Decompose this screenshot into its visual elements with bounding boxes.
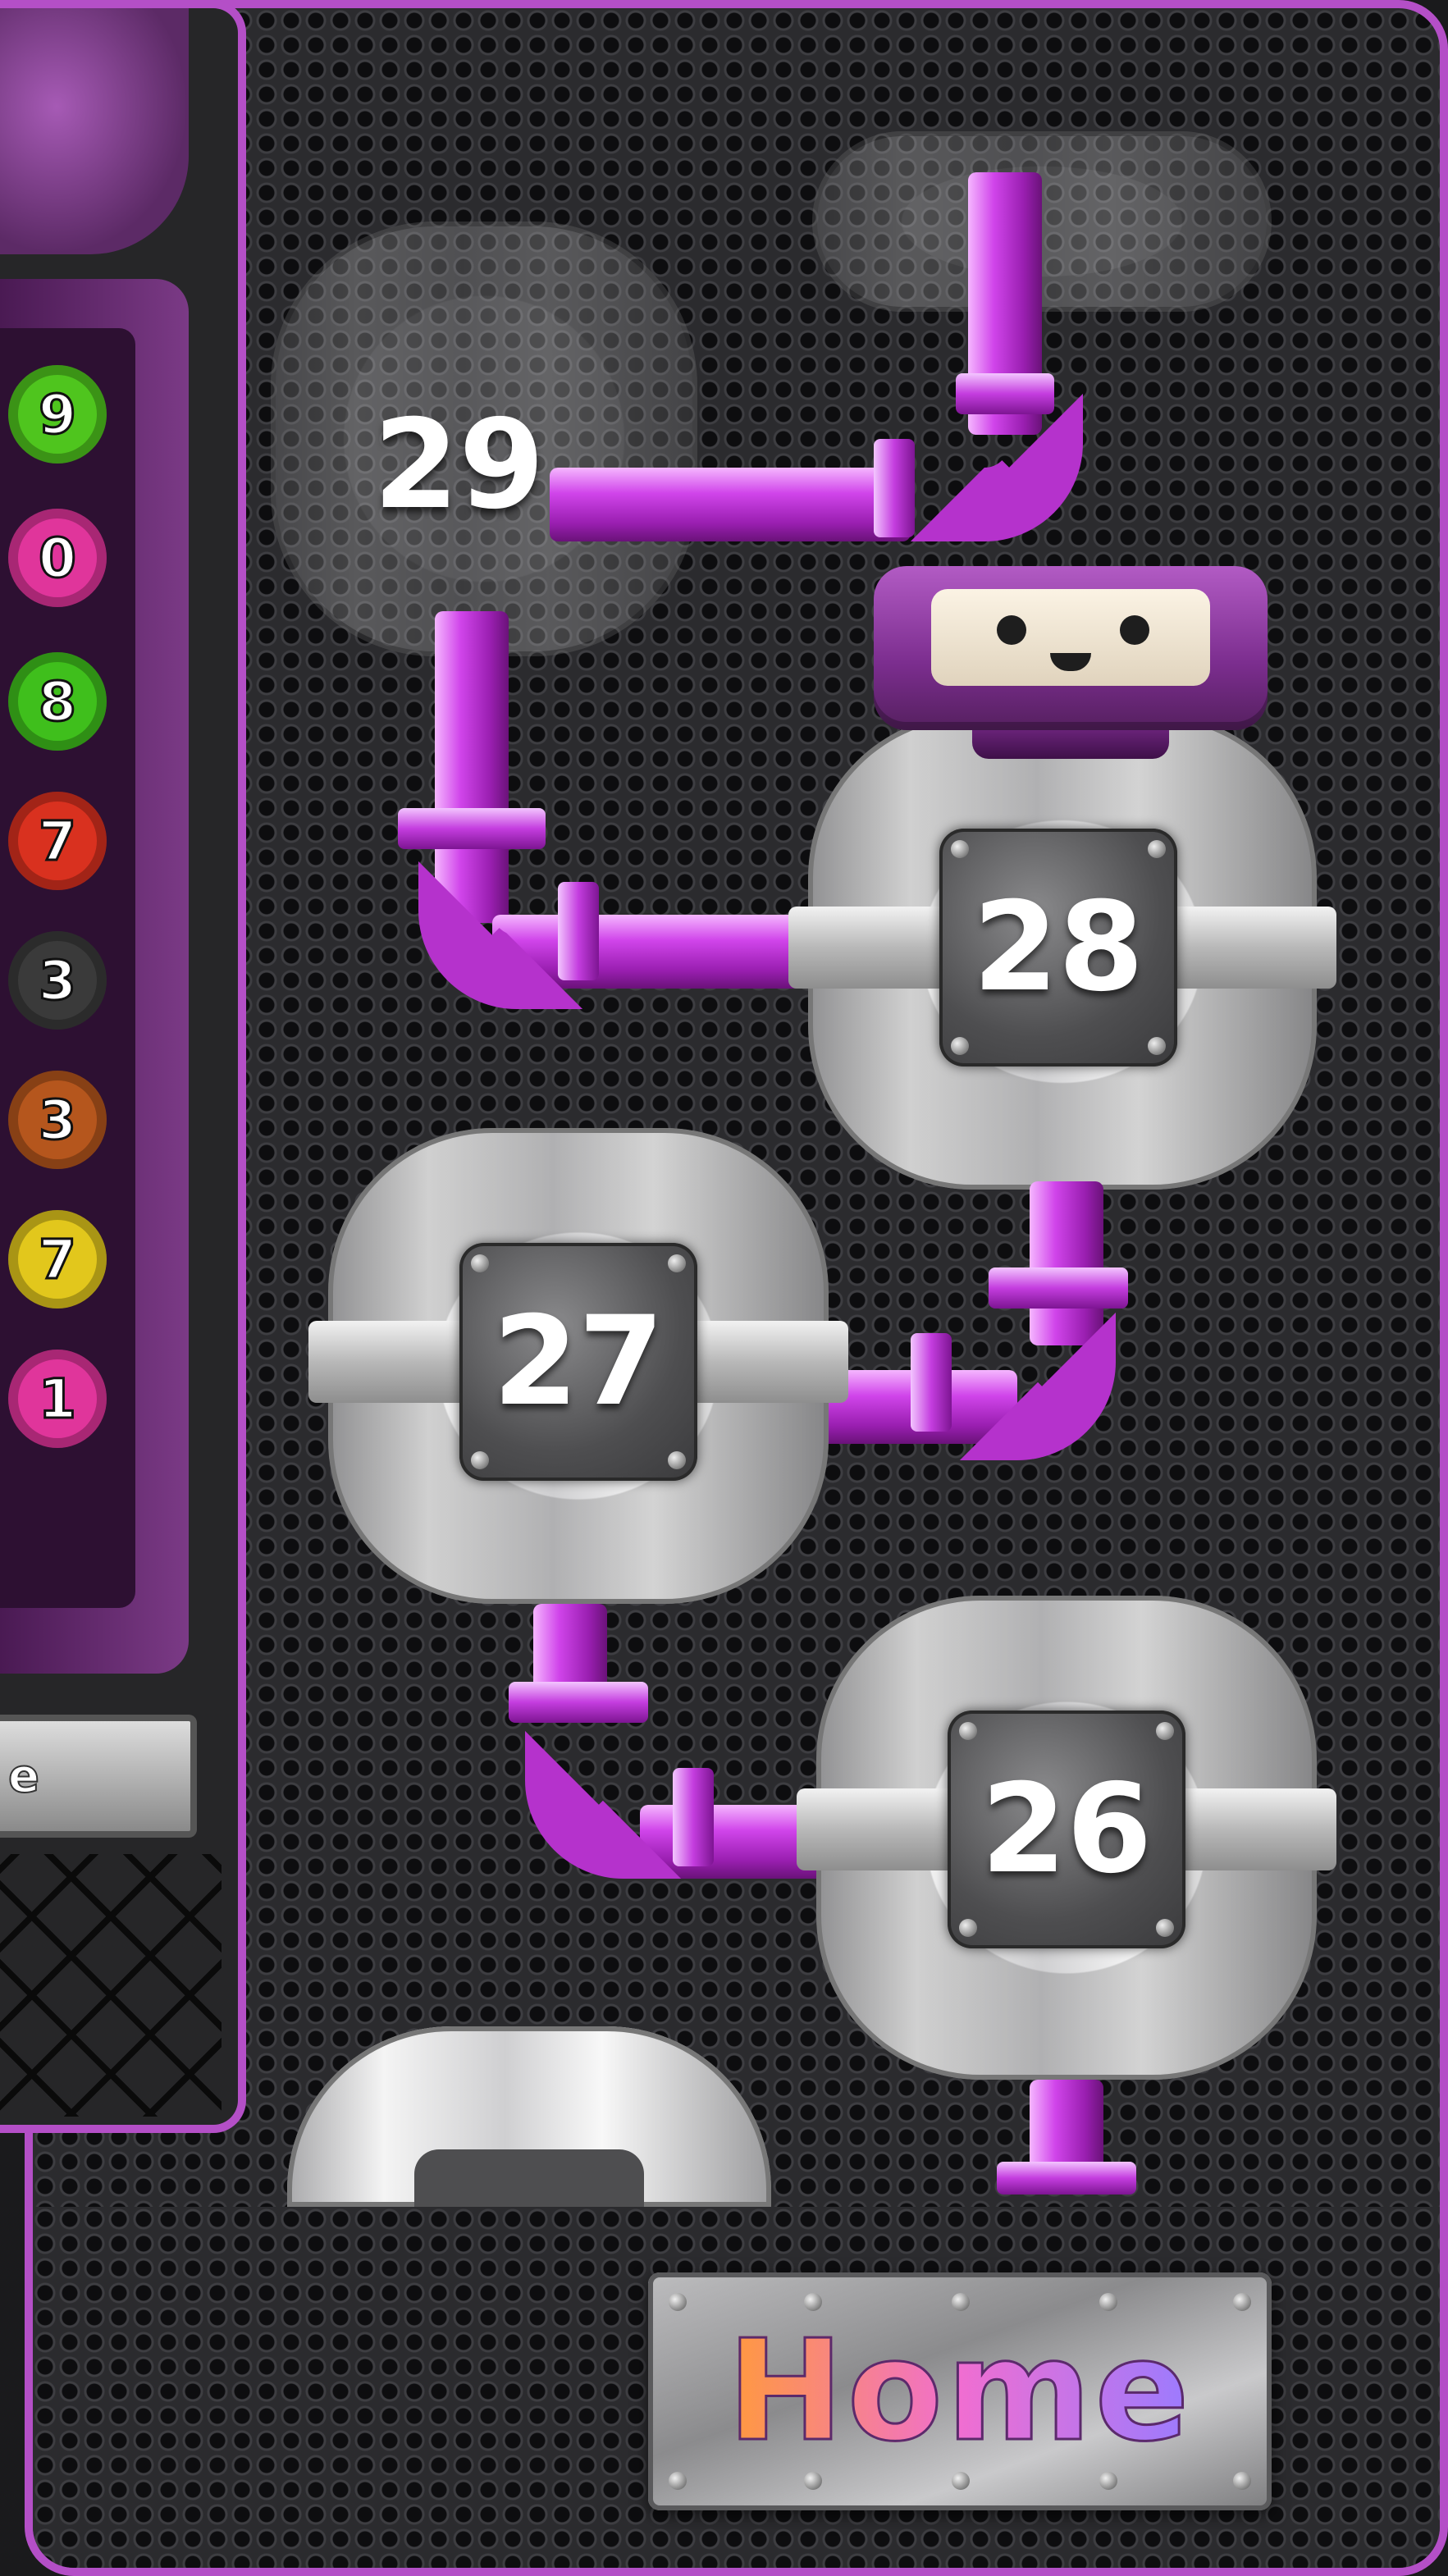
side-pipe-decoration [0,8,189,254]
level-number: 27 [492,1290,665,1433]
pipe-flange [989,1267,1128,1309]
robot-eye [997,615,1026,645]
gear-label: 3 [38,948,78,1013]
level-tile-28[interactable]: 28 [788,714,1336,1190]
robot-eye [1120,615,1149,645]
side-menu-button-label: e [7,1749,40,1804]
level-tile-26[interactable]: 26 [797,1596,1336,2080]
home-button[interactable]: Home [648,2272,1272,2510]
bolt [1156,1919,1174,1937]
side-menu-button[interactable]: e [0,1715,197,1838]
level-tile-25-partial [287,2026,771,2207]
pipe-flange [509,1682,648,1723]
bolt [1156,1722,1174,1740]
rivet [1233,2293,1251,2311]
gear-label: 7 [38,1226,78,1292]
level-tile-30-shadow [812,131,1272,312]
bolt [959,1919,977,1937]
chain-fence-decoration [0,1854,222,2117]
gear-label: 1 [38,1366,78,1432]
rivet [804,2293,822,2311]
gear-6[interactable]: 3 [0,1059,118,1181]
rivet [1233,2472,1251,2490]
level-plate: 27 [459,1243,697,1481]
side-gear-panel: 9 0 8 7 3 3 7 1 [0,279,189,1674]
pipe-flange [911,1333,952,1432]
bolt [1148,1037,1166,1055]
gear-4[interactable]: 7 [0,780,118,902]
level-29-label[interactable]: 29 [373,394,545,537]
gear-7[interactable]: 7 [0,1199,118,1320]
home-button-label: Home [726,2309,1193,2474]
bolt [951,1037,969,1055]
level-plate: 26 [948,1710,1185,1948]
pipe-flange [997,2162,1136,2195]
gear-label: 7 [38,808,78,874]
gear-5[interactable]: 3 [0,920,118,1041]
bolt [471,1254,489,1272]
robot-mouth [1050,653,1091,671]
rivet [1099,2293,1117,2311]
level-tile-27[interactable]: 27 [308,1128,848,1604]
level-number: 26 [980,1758,1153,1901]
gear-2[interactable]: 0 [0,497,118,619]
level-number: 28 [972,876,1144,1019]
level-plate [414,2149,644,2207]
bolt [951,840,969,858]
robot-character [874,566,1268,759]
rivet [669,2472,687,2490]
rivet [804,2472,822,2490]
gear-label: 9 [38,381,78,447]
bolt [1148,840,1166,858]
bolt [471,1451,489,1469]
gear-label: 3 [38,1087,78,1153]
gear-8[interactable]: 1 [0,1338,118,1459]
gear-label: 0 [38,525,78,591]
level-plate: 28 [939,829,1177,1066]
rivet [952,2472,970,2490]
rivet [1099,2472,1117,2490]
gear-1[interactable]: 9 [0,354,118,475]
pipe-segment [550,468,911,541]
side-panel: 9 0 8 7 3 3 7 1 e [0,0,246,2133]
pipe-flange [398,808,546,849]
rivet [952,2293,970,2311]
pipe-flange [874,439,915,537]
robot-face [931,589,1210,686]
gear-label: 8 [38,669,78,734]
bolt [959,1722,977,1740]
side-gear-well: 9 0 8 7 3 3 7 1 [0,328,135,1608]
rivet [669,2293,687,2311]
bolt [668,1254,686,1272]
bolt [668,1451,686,1469]
gear-3[interactable]: 8 [0,641,118,762]
